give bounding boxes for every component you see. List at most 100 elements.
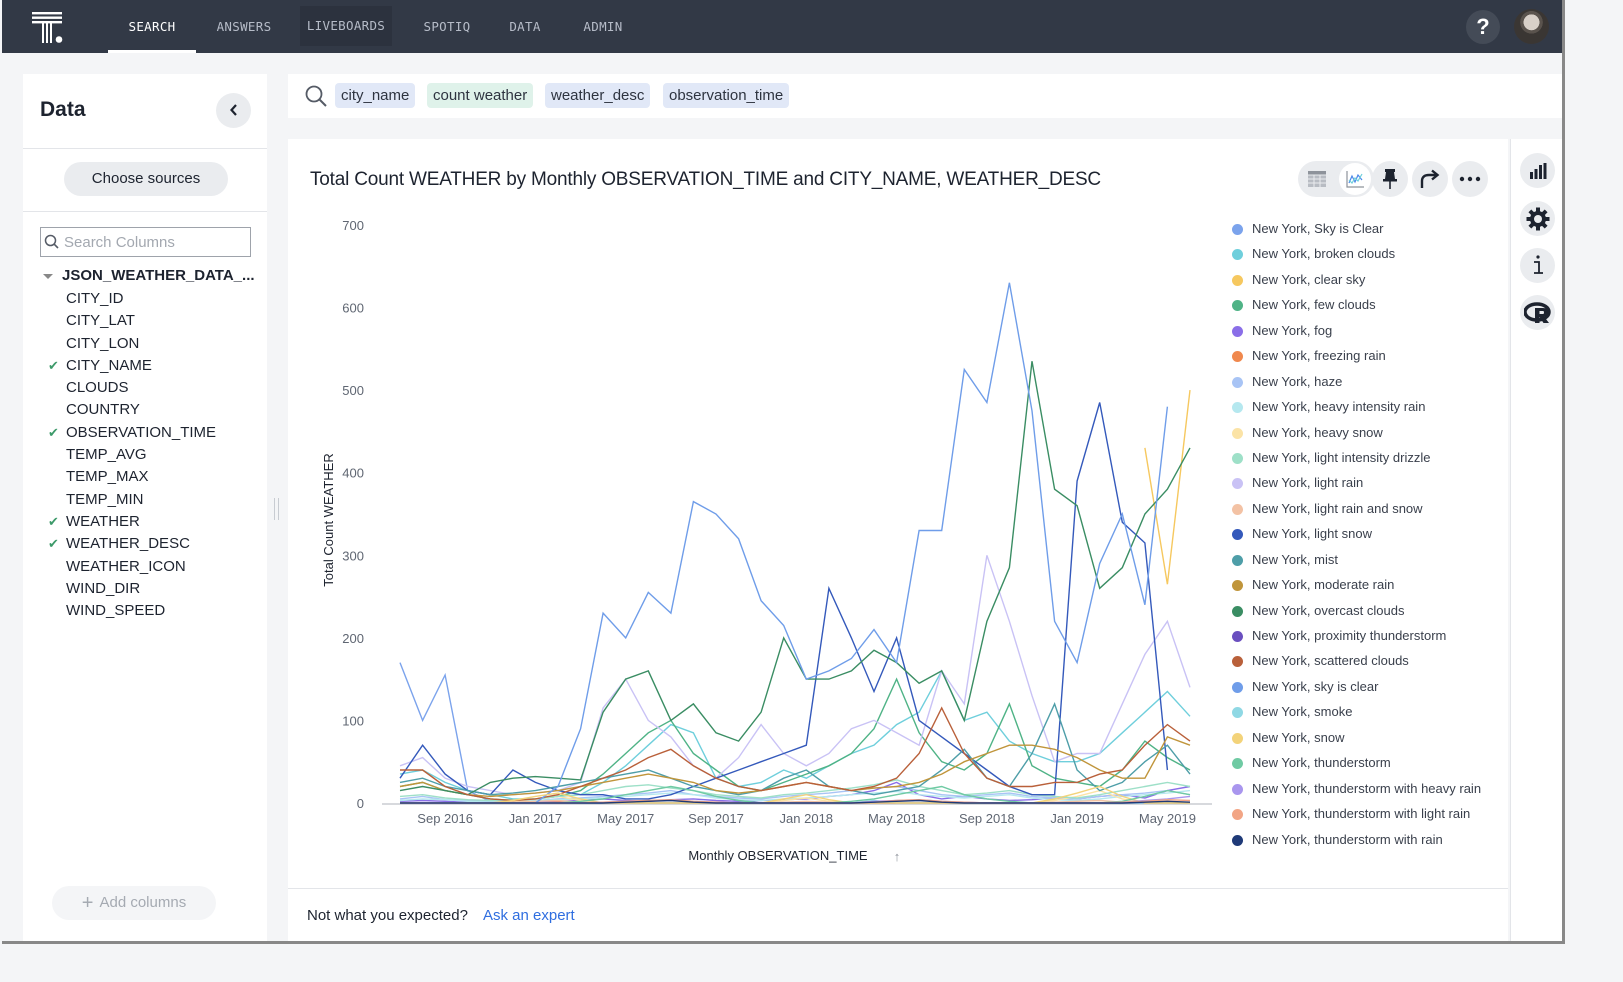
legend-label: New York, heavy intensity rain <box>1252 399 1426 415</box>
legend-item[interactable]: New York, broken clouds <box>1230 245 1481 270</box>
x-tick-label: Jan 2019 <box>1050 811 1104 826</box>
x-tick-label: May 2018 <box>868 811 925 826</box>
legend-swatch-icon <box>1232 351 1243 363</box>
legend-swatch-icon <box>1232 427 1243 439</box>
legend-item[interactable]: New York, overcast clouds <box>1230 602 1481 627</box>
legend-label: New York, thunderstorm with light rain <box>1252 806 1471 822</box>
legend-label: New York, scattered clouds <box>1252 653 1409 669</box>
legend-swatch-icon <box>1232 503 1243 515</box>
legend-item[interactable]: New York, proximity thunderstorm <box>1230 627 1481 652</box>
add-columns-label: Add columns <box>99 894 187 911</box>
legend-item[interactable]: New York, heavy intensity rain <box>1230 398 1481 423</box>
legend-swatch-icon <box>1232 402 1243 414</box>
legend-swatch-icon <box>1232 732 1243 744</box>
legend-item[interactable]: New York, snow <box>1230 729 1481 754</box>
add-columns-button[interactable]: + Add columns <box>52 886 216 920</box>
series-line-14[interactable] <box>399 736 1191 798</box>
pin-button[interactable] <box>1372 161 1408 197</box>
legend-item[interactable]: New York, light rain and snow <box>1230 500 1481 525</box>
legend-item[interactable]: New York, heavy snow <box>1230 424 1481 449</box>
legend-swatch-icon <box>1232 554 1243 566</box>
legend-item[interactable]: New York, fog <box>1230 322 1481 347</box>
legend-swatch-icon <box>1232 707 1243 719</box>
legend-label: New York, thunderstorm <box>1252 755 1391 771</box>
legend-label: New York, clear sky <box>1252 271 1366 287</box>
info-button[interactable] <box>1520 248 1555 283</box>
y-tick-label: 100 <box>342 713 364 728</box>
legend-label: New York, fog <box>1252 322 1333 338</box>
right-rail <box>1510 139 1562 941</box>
legend-item[interactable]: New York, thunderstorm <box>1230 754 1481 779</box>
table-icon <box>1308 171 1326 187</box>
legend-swatch-icon <box>1232 605 1243 617</box>
help-button[interactable]: ? <box>1466 10 1500 44</box>
legend-label: New York, freezing rain <box>1252 348 1386 364</box>
legend-swatch-icon <box>1232 783 1243 795</box>
x-axis-title: Monthly OBSERVATION_TIME <box>688 848 867 863</box>
y-tick-label: 400 <box>342 466 364 481</box>
table-view-button[interactable] <box>1301 163 1333 195</box>
bar-chart-icon <box>1529 163 1546 179</box>
chart-legend: New York, Sky is Clear New York, broken c… <box>1230 220 1481 856</box>
legend-item[interactable]: New York, light intensity drizzle <box>1230 449 1481 474</box>
legend-item[interactable]: New York, Sky is Clear <box>1230 220 1481 245</box>
y-tick-label: 500 <box>342 383 364 398</box>
legend-item[interactable]: New York, few clouds <box>1230 296 1481 321</box>
x-tick-label: Sep 2016 <box>417 811 473 826</box>
legend-item[interactable]: New York, scattered clouds <box>1230 652 1481 677</box>
legend-label: New York, Sky is Clear <box>1252 221 1384 236</box>
legend-item[interactable]: New York, mist <box>1230 551 1481 576</box>
x-tick-label: Sep 2018 <box>959 811 1015 826</box>
feedback-text: Not what you expected? <box>307 907 468 924</box>
legend-label: New York, snow <box>1252 729 1345 745</box>
view-toggle <box>1298 161 1374 197</box>
legend-item[interactable]: New York, freezing rain <box>1230 347 1481 372</box>
r-analysis-button[interactable] <box>1520 295 1555 330</box>
legend-item[interactable]: New York, light rain <box>1230 474 1481 499</box>
legend-label: New York, proximity thunderstorm <box>1252 628 1447 643</box>
legend-item[interactable]: New York, clear sky <box>1230 271 1481 296</box>
chart-view-button[interactable] <box>1339 163 1371 195</box>
legend-item[interactable]: New York, sky is clear <box>1230 678 1481 703</box>
legend-item[interactable]: New York, light snow <box>1230 525 1481 550</box>
legend-label: New York, overcast clouds <box>1252 602 1405 618</box>
series-line-15[interactable] <box>399 361 1191 796</box>
legend-swatch-icon <box>1232 452 1243 464</box>
pin-icon <box>1383 169 1397 189</box>
legend-item[interactable]: New York, haze <box>1230 373 1481 398</box>
series-line-10[interactable] <box>399 555 1191 796</box>
x-tick-label: May 2017 <box>597 811 654 826</box>
legend-swatch-icon <box>1232 224 1243 235</box>
x-tick-label: Sep 2017 <box>688 811 744 826</box>
app-window: SEARCH ANSWERS LIVEBOARDS SPOTIQ DATA AD… <box>2 0 1565 944</box>
y-tick-label: 600 <box>342 301 364 316</box>
legend-item[interactable]: New York, thunderstorm with rain <box>1230 831 1481 856</box>
more-options-button[interactable] <box>1452 161 1488 197</box>
ask-expert-link[interactable]: Ask an expert <box>483 907 575 924</box>
legend-label: New York, light intensity drizzle <box>1252 449 1431 465</box>
legend-item[interactable]: New York, moderate rain <box>1230 576 1481 601</box>
x-axis-ticks: Sep 2016 Jan 2017 May 2017 Sep 2017 Jan 2018… <box>417 811 1196 826</box>
legend-label: New York, mist <box>1252 551 1338 567</box>
chart-settings-button[interactable] <box>1520 201 1555 236</box>
help-icon: ? <box>1476 14 1490 39</box>
chart-type-button[interactable] <box>1520 153 1555 188</box>
y-axis-title: Total Count WEATHER <box>321 453 336 586</box>
r-logo-icon <box>1522 301 1551 323</box>
legend-swatch-icon <box>1232 376 1243 388</box>
series-layer <box>399 282 1191 804</box>
series-line-0[interactable] <box>399 662 1145 804</box>
legend-swatch-icon <box>1232 325 1243 337</box>
sort-arrow-icon[interactable]: ↑ <box>894 849 901 864</box>
series-line-2[interactable] <box>1144 390 1191 585</box>
legend-item[interactable]: New York, thunderstorm with light rain <box>1230 805 1481 830</box>
legend-item[interactable]: New York, smoke <box>1230 703 1481 728</box>
share-button[interactable] <box>1412 161 1448 197</box>
series-line-1[interactable] <box>399 669 1191 800</box>
y-axis-ticks: 0 100 200 300 400 500 600 700 <box>342 218 364 811</box>
user-avatar[interactable] <box>1514 9 1549 44</box>
legend-item[interactable]: New York, thunderstorm with heavy rain <box>1230 780 1481 805</box>
legend-swatch-icon <box>1232 249 1243 261</box>
legend-label: New York, broken clouds <box>1252 246 1396 262</box>
line-chart-icon <box>1346 171 1364 188</box>
